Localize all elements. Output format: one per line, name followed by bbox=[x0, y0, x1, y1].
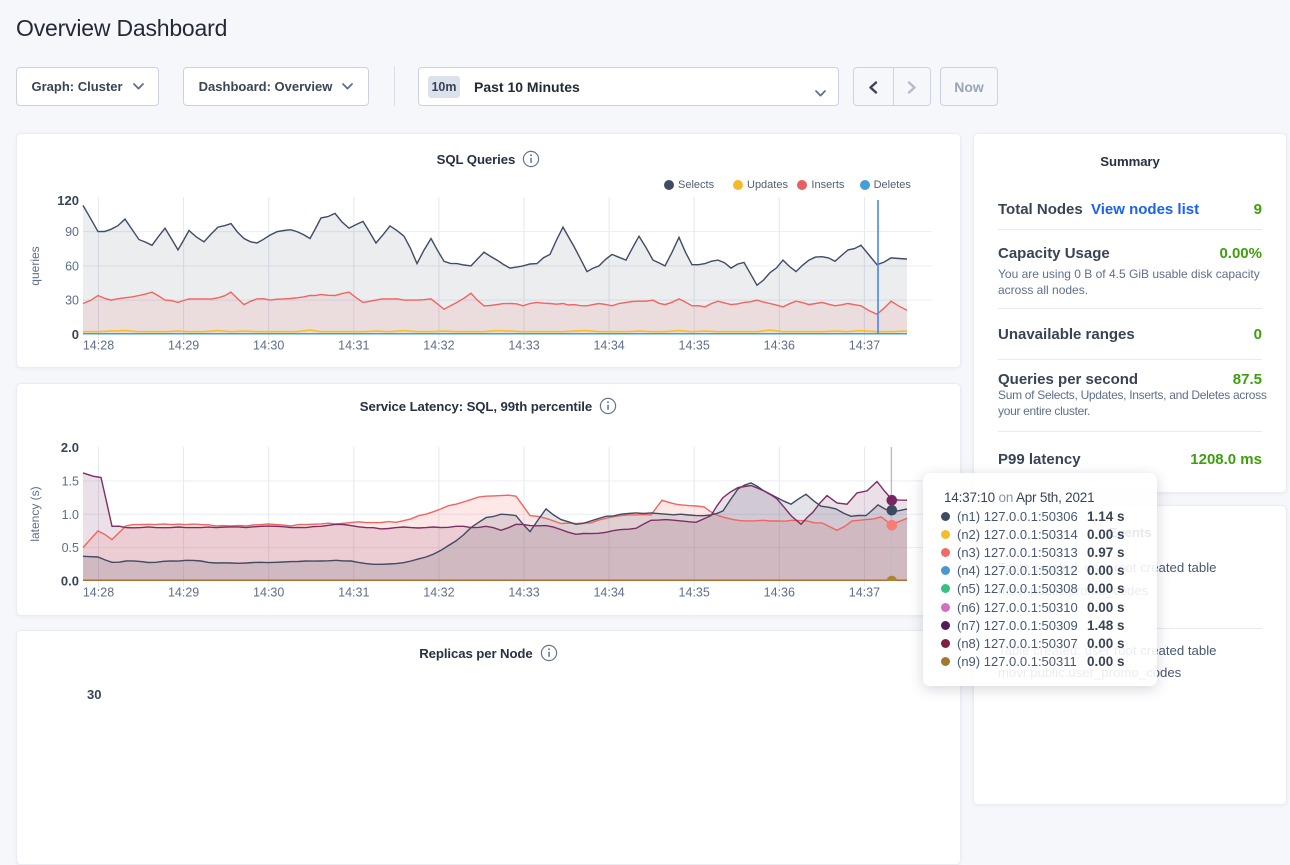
svg-text:2.0: 2.0 bbox=[61, 440, 79, 455]
svg-text:0: 0 bbox=[72, 327, 79, 342]
svg-text:90: 90 bbox=[65, 225, 79, 239]
svg-text:30: 30 bbox=[65, 294, 79, 308]
svg-text:14:31: 14:31 bbox=[338, 339, 369, 353]
svg-text:14:37: 14:37 bbox=[849, 586, 880, 600]
svg-text:1.5: 1.5 bbox=[62, 474, 79, 488]
svg-text:60: 60 bbox=[65, 259, 79, 273]
svg-text:latency (s): latency (s) bbox=[28, 486, 42, 541]
svg-text:0.5: 0.5 bbox=[62, 541, 79, 555]
svg-text:14:34: 14:34 bbox=[593, 586, 624, 600]
svg-text:14:32: 14:32 bbox=[423, 339, 454, 353]
svg-text:14:33: 14:33 bbox=[508, 586, 539, 600]
svg-text:queries: queries bbox=[28, 246, 42, 285]
svg-text:14:29: 14:29 bbox=[168, 586, 199, 600]
svg-text:14:36: 14:36 bbox=[764, 339, 795, 353]
svg-text:0.0: 0.0 bbox=[61, 574, 79, 589]
svg-text:1.0: 1.0 bbox=[62, 508, 79, 522]
svg-text:120: 120 bbox=[57, 193, 79, 208]
svg-text:14:37: 14:37 bbox=[849, 339, 880, 353]
svg-text:14:30: 14:30 bbox=[253, 339, 284, 353]
svg-text:14:33: 14:33 bbox=[508, 339, 539, 353]
svg-text:14:35: 14:35 bbox=[679, 586, 710, 600]
svg-text:14:28: 14:28 bbox=[83, 339, 114, 353]
svg-text:14:34: 14:34 bbox=[593, 339, 624, 353]
svg-text:14:28: 14:28 bbox=[83, 586, 114, 600]
svg-text:14:29: 14:29 bbox=[168, 339, 199, 353]
svg-text:14:36: 14:36 bbox=[764, 586, 795, 600]
svg-text:14:30: 14:30 bbox=[253, 586, 284, 600]
svg-text:14:31: 14:31 bbox=[338, 586, 369, 600]
svg-text:14:32: 14:32 bbox=[423, 586, 454, 600]
svg-text:14:35: 14:35 bbox=[679, 339, 710, 353]
